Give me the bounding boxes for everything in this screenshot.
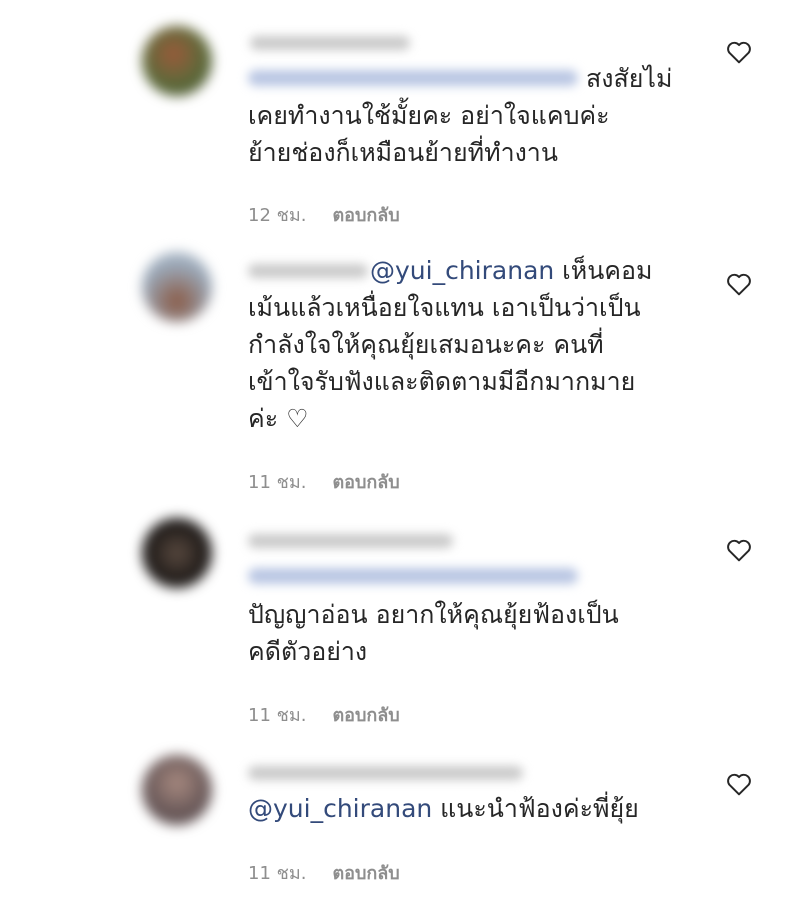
avatar[interactable] bbox=[142, 252, 212, 322]
avatar[interactable] bbox=[142, 755, 212, 825]
username[interactable] bbox=[250, 36, 410, 50]
reply-button[interactable]: ตอบกลับ bbox=[332, 205, 399, 226]
heart-icon[interactable] bbox=[726, 40, 752, 64]
comment-time: 12 ชม. bbox=[248, 205, 307, 226]
heart-icon[interactable] bbox=[726, 772, 752, 796]
username[interactable] bbox=[248, 534, 453, 548]
mention-link[interactable]: @yui_chiranan bbox=[248, 794, 432, 823]
comment-time: 11 ชม. bbox=[248, 705, 307, 726]
comment-text: สงสัยไม่ เคยทำงานใช้มั้ยคะ อย่าใจแคบค่ะ … bbox=[248, 64, 673, 167]
mention-link[interactable] bbox=[248, 568, 578, 584]
reply-button[interactable]: ตอบกลับ bbox=[332, 863, 399, 884]
comment-text: @yui_chiranan เห็นคอม เม้นแล้วเหนื่อยใจแ… bbox=[248, 256, 653, 433]
comment-meta: 12 ชม. ตอบกลับ bbox=[248, 200, 400, 229]
comment-meta: 11 ชม. ตอบกลับ bbox=[248, 467, 400, 496]
heart-icon[interactable] bbox=[726, 538, 752, 562]
reply-button[interactable]: ตอบกลับ bbox=[332, 472, 399, 493]
comment-meta: 11 ชม. ตอบกลับ bbox=[248, 858, 400, 887]
comment-time: 11 ชม. bbox=[248, 472, 307, 493]
comment-time: 11 ชม. bbox=[248, 863, 307, 884]
comment-meta: 11 ชม. ตอบกลับ bbox=[248, 700, 400, 729]
avatar[interactable] bbox=[142, 26, 212, 96]
heart-icon[interactable] bbox=[726, 272, 752, 296]
avatar[interactable] bbox=[142, 518, 212, 588]
comment-text: @yui_chiranan แนะนำฟ้องค่ะพี่ยุ้ย bbox=[248, 794, 639, 823]
username[interactable] bbox=[248, 766, 523, 780]
mention-link[interactable]: @yui_chiranan bbox=[370, 256, 554, 285]
comment-text: ปัญญาอ่อน อยากให้คุณยุ้ยฟ้องเป็น คดีตัวอ… bbox=[248, 600, 619, 666]
reply-button[interactable]: ตอบกลับ bbox=[332, 705, 399, 726]
